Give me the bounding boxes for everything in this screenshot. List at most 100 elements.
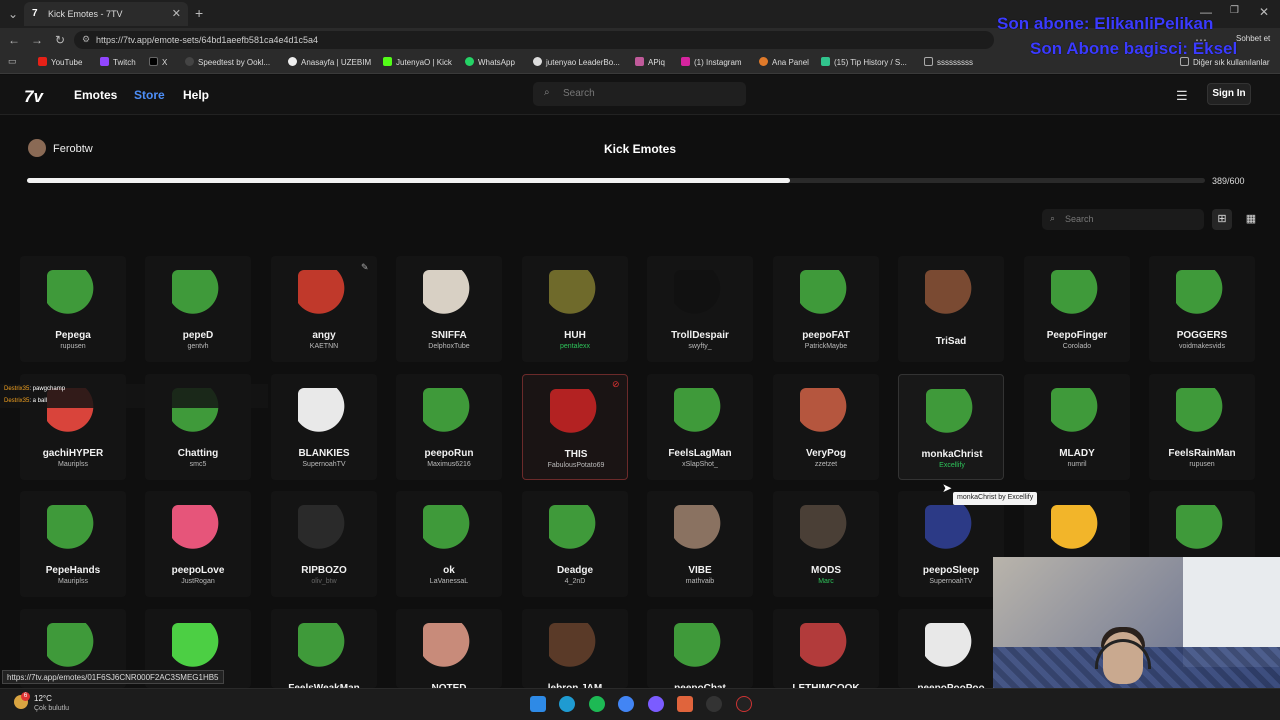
emote-card[interactable]: peepoLove JustRogan [145,491,251,597]
app2-icon[interactable] [736,696,752,712]
emote-card[interactable]: lebron JAM [522,609,628,694]
emote-author[interactable]: SupernoahTV [898,578,1004,585]
sign-in-button[interactable]: Sign In [1207,83,1251,105]
emote-author[interactable]: rupusen [20,343,126,350]
emote-card[interactable]: PeepoFinger Corolado [1024,256,1130,362]
bookmark-youtube[interactable]: YouTube [38,57,82,67]
emote-card[interactable]: ok LaVanessaL [396,491,502,597]
obs-icon[interactable] [706,696,722,712]
bookmark-instagram[interactable]: (1) Instagram [681,57,742,67]
emote-author[interactable]: LaVanessaL [396,578,502,585]
emote-card[interactable]: TriSad [898,256,1004,362]
emote-card[interactable]: BLANKIES SupernoahTV [271,374,377,480]
emote-author[interactable]: Corolado [1024,343,1130,350]
site-info-icon[interactable]: ⚙ [82,34,90,45]
profile-chat-button[interactable]: Sohbet et [1236,34,1270,43]
emote-card[interactable]: VeryPog zzetzet [773,374,879,480]
emote-author[interactable]: SupernoahTV [271,461,377,468]
discord-icon[interactable] [648,696,664,712]
emote-card[interactable]: VIBE mathvaib [647,491,753,597]
emote-author[interactable]: Excellify [899,462,1005,469]
bookmark-uzebim[interactable]: Anasayfa | UZEBIM [288,57,371,67]
emote-card[interactable]: PepeHands Mauriplss [20,491,126,597]
emote-card[interactable]: HUH pentalexx [522,256,628,362]
nav-help[interactable]: Help [183,88,209,102]
emote-author[interactable]: 4_2nD [522,578,628,585]
new-tab-icon[interactable]: + [195,5,203,21]
chrome-icon[interactable] [618,696,634,712]
emote-card[interactable]: TrollDespair swyfty_ [647,256,753,362]
emote-card[interactable]: FeelsWeakMan [271,609,377,694]
emote-author[interactable]: FabulousPotato69 [523,462,629,469]
menu-icon[interactable]: ☰ [1176,88,1188,104]
back-icon[interactable]: ← [8,33,20,47]
emote-card[interactable]: SNIFFA DelphoxTube [396,256,502,362]
bookmark-x[interactable]: X [149,57,167,67]
reload-icon[interactable]: ↻ [55,33,65,47]
bookmark-speedtest[interactable]: Speedtest by Ookl... [185,57,270,67]
owner-avatar[interactable] [28,139,46,157]
start-icon[interactable] [530,696,546,712]
bookmark-tip-history[interactable]: (15) Tip History / S... [821,57,907,67]
emote-card[interactable]: MODS Marc [773,491,879,597]
emote-card[interactable]: pepeD gentvh [145,256,251,362]
browser-tab[interactable]: 7 Kick Emotes - 7TV ✕ [24,2,188,26]
close-tab-icon[interactable]: ✕ [172,7,181,20]
emote-author[interactable]: zzetzet [773,461,879,468]
emote-author[interactable]: PatrickMaybe [773,343,879,350]
emote-author[interactable]: oliv_btw [271,578,377,585]
emote-card[interactable]: Pepega rupusen [20,256,126,362]
bookmark-whatsapp[interactable]: WhatsApp [465,57,515,67]
nav-store[interactable]: Store [134,88,165,102]
bookmark-leaderboard[interactable]: jutenyao LeaderBo... [533,57,620,67]
bookmark-ana-panel[interactable]: Ana Panel [759,57,809,67]
emote-card[interactable]: peepoRun Maximus6216 [396,374,502,480]
spotify-icon[interactable] [589,696,605,712]
nav-emotes[interactable]: Emotes [74,88,117,102]
emote-author[interactable]: rupusen [1149,461,1255,468]
emote-author[interactable]: gentvh [145,343,251,350]
emote-author[interactable]: Maximus6216 [396,461,502,468]
tab-list-icon[interactable]: ⌄ [8,7,18,21]
emote-card[interactable]: Deadge 4_2nD [522,491,628,597]
emote-card[interactable]: peepoPooPoo [898,609,1004,694]
emote-card[interactable]: MLADY numril [1024,374,1130,480]
emote-card[interactable]: peepoChat [647,609,753,694]
emote-card[interactable]: POGGERS voidmakesvids [1149,256,1255,362]
url-field[interactable]: ⚙ https://7tv.app/emote-sets/64bd1aeefb5… [74,31,994,49]
close-window-icon[interactable]: ✕ [1259,5,1269,19]
emote-author[interactable]: Mauriplss [20,461,126,468]
emote-author[interactable]: DelphoxTube [396,343,502,350]
grid-view-small-icon[interactable]: ▦ [1241,209,1261,230]
emote-card[interactable]: RIPBOZO oliv_btw [271,491,377,597]
emote-author[interactable]: Mauriplss [20,578,126,585]
emote-card[interactable]: peepoFAT PatrickMaybe [773,256,879,362]
emote-card[interactable]: FeelsRainMan rupusen [1149,374,1255,480]
emote-author[interactable]: Marc [773,578,879,585]
owner-name[interactable]: Ferobtw [53,143,93,155]
site-search-input[interactable]: ⌕ Search [533,82,746,106]
bookmark-apiq[interactable]: APiq [635,57,665,67]
emote-author[interactable]: smc5 [145,461,251,468]
emote-card[interactable]: peepoSleep SupernoahTV [898,491,1004,597]
forward-icon[interactable]: → [31,33,43,47]
bookmark-twitch[interactable]: Twitch [100,57,136,67]
app-icon[interactable] [677,696,693,712]
grid-view-large-icon[interactable]: ⊞ [1212,209,1232,230]
emote-author[interactable]: swyfty_ [647,343,753,350]
emote-author[interactable]: xSlapShot_ [647,461,753,468]
emote-card[interactable]: monkaChrist Excellify [898,374,1004,480]
bookmark-folder[interactable]: sssssssss [924,57,973,67]
7tv-logo-icon[interactable]: 7v [24,87,43,107]
emote-card[interactable]: FeelsLagMan xSlapShot_ [647,374,753,480]
bookmark-kick[interactable]: JutenyaO | Kick [383,57,452,67]
edge-icon[interactable] [559,696,575,712]
emote-author[interactable]: voidmakesvids [1149,343,1255,350]
emote-author[interactable]: mathvaib [647,578,753,585]
emote-author[interactable]: KAETNN [271,343,377,350]
emote-author[interactable]: JustRogan [145,578,251,585]
emote-card[interactable]: NOTED [396,609,502,694]
emote-author[interactable]: numril [1024,461,1130,468]
apps-icon[interactable]: ▭ [8,56,17,67]
emote-card[interactable]: LETHIMCOOK [773,609,879,694]
